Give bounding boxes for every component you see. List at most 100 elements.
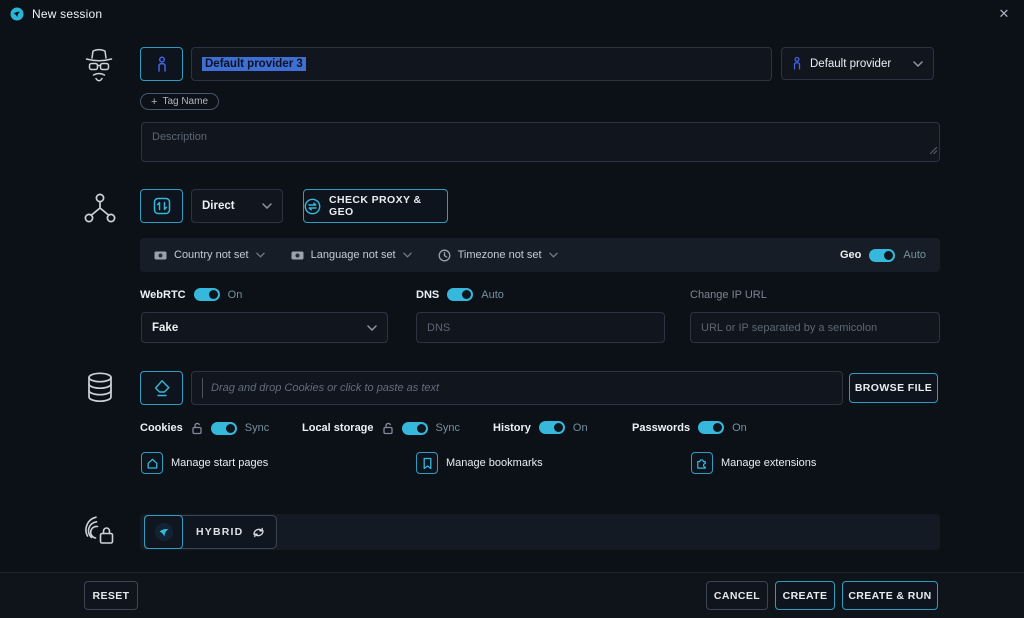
fingerprint-mode-button[interactable]: HYBRID [144, 515, 277, 549]
home-icon [141, 452, 163, 474]
webrtc-label: WebRTC [140, 289, 186, 301]
dns-state: Auto [481, 289, 504, 301]
change-ip-input[interactable] [690, 312, 940, 343]
chevron-down-icon [256, 252, 265, 258]
local-storage-state: Sync [436, 422, 460, 434]
dialog-title: New session [32, 7, 102, 21]
language-label: Language not set [311, 249, 396, 261]
geo-state: Auto [903, 249, 926, 261]
create-run-button[interactable]: CREATE & RUN [842, 581, 938, 610]
webrtc-toggle[interactable] [194, 288, 220, 301]
check-proxy-geo-button[interactable]: CHECK PROXY & GEO [303, 189, 448, 223]
swap-circle-icon [304, 198, 321, 215]
local-storage-label: Local storage [302, 422, 374, 434]
cancel-label: CANCEL [714, 590, 760, 602]
proxy-protocol-dropdown[interactable]: Direct [191, 189, 283, 223]
transfer-arrows-icon [152, 196, 172, 216]
browse-file-label: BROWSE FILE [855, 382, 932, 394]
app-logo-icon [10, 7, 24, 21]
create-button[interactable]: CREATE [775, 581, 835, 610]
app-logo-dark-icon [144, 515, 183, 549]
person-icon [792, 56, 802, 71]
profile-type-button[interactable] [140, 47, 183, 81]
manage-extensions-label: Manage extensions [721, 457, 816, 469]
dns-label: DNS [416, 289, 439, 301]
new-session-dialog: New session ✕ Default provider 3 [0, 0, 1024, 618]
lock-open-icon [191, 421, 203, 435]
clear-cookies-button[interactable] [140, 371, 183, 405]
puzzle-icon [691, 452, 713, 474]
text-caret [202, 378, 203, 398]
change-ip-input-wrap [690, 312, 940, 343]
manage-start-pages-label: Manage start pages [171, 457, 268, 469]
language-dropdown[interactable]: Language not set [291, 249, 412, 262]
local-storage-toggle-group: Local storage Sync [302, 421, 460, 435]
country-label: Country not set [174, 249, 249, 261]
create-run-label: CREATE & RUN [848, 590, 931, 602]
create-label: CREATE [783, 590, 828, 602]
dns-input[interactable] [416, 312, 665, 343]
chevron-down-icon [367, 322, 377, 334]
timezone-dropdown[interactable]: Timezone not set [438, 249, 558, 262]
database-icon [85, 371, 115, 409]
description-field-wrap [141, 122, 940, 162]
bookmark-icon [416, 452, 438, 474]
change-ip-url-label: Change IP URL [690, 289, 767, 301]
history-label: History [493, 422, 531, 434]
provider-dropdown[interactable]: Default provider [781, 47, 934, 80]
cookies-state: Sync [245, 422, 269, 434]
clock-icon [438, 249, 451, 262]
eraser-icon [152, 379, 172, 398]
proxy-protocol-value: Direct [202, 200, 235, 212]
profile-avatar-icon [84, 46, 114, 91]
webrtc-state: On [228, 289, 243, 301]
webrtc-toggle-group: WebRTC On [140, 288, 242, 301]
close-button[interactable]: ✕ [994, 4, 1014, 24]
regenerate-icon [251, 525, 266, 540]
reset-button[interactable]: RESET [84, 581, 138, 610]
manage-bookmarks-label: Manage bookmarks [446, 457, 543, 469]
history-toggle[interactable] [539, 421, 565, 434]
cookies-label: Cookies [140, 422, 183, 434]
dns-input-wrap [416, 312, 665, 343]
description-textarea[interactable] [141, 122, 940, 162]
geo-toggle[interactable] [869, 249, 895, 262]
cancel-button[interactable]: CANCEL [706, 581, 768, 610]
manage-bookmarks-button[interactable]: Manage bookmarks [416, 452, 543, 474]
add-tag-button[interactable]: + Tag Name [140, 93, 219, 110]
dns-toggle[interactable] [447, 288, 473, 301]
chevron-down-icon [262, 200, 272, 212]
browse-file-button[interactable]: BROWSE FILE [849, 373, 938, 403]
chevron-down-icon [403, 252, 412, 258]
fingerprint-mode-label: HYBRID [196, 526, 243, 538]
footer-bar: RESET CANCEL CREATE CREATE & RUN [0, 572, 1024, 618]
cookies-toggle[interactable] [211, 422, 237, 435]
close-icon: ✕ [999, 6, 1010, 22]
session-name-input[interactable]: Default provider 3 [191, 47, 772, 81]
lock-open-icon [382, 421, 394, 435]
passwords-label: Passwords [632, 422, 690, 434]
passwords-toggle-group: Passwords On [632, 421, 747, 434]
manage-extensions-button[interactable]: Manage extensions [691, 452, 816, 474]
proxy-network-icon [83, 190, 117, 232]
resize-handle[interactable] [930, 141, 937, 159]
webrtc-mode-dropdown[interactable]: Fake [141, 312, 388, 343]
passwords-toggle[interactable] [698, 421, 724, 434]
geo-toggle-group: Geo Auto [840, 249, 926, 262]
local-storage-toggle[interactable] [402, 422, 428, 435]
country-dropdown[interactable]: Country not set [154, 249, 265, 262]
dns-toggle-group: DNS Auto [416, 288, 504, 301]
manage-start-pages-button[interactable]: Manage start pages [141, 452, 268, 474]
chevron-down-icon [549, 252, 558, 258]
plus-icon: + [151, 96, 157, 108]
flag-icon [154, 249, 167, 262]
check-proxy-geo-label: CHECK PROXY & GEO [329, 194, 447, 218]
proxy-type-button[interactable] [140, 189, 183, 223]
history-state: On [573, 422, 588, 434]
cookies-drop-placeholder: Drag and drop Cookies or click to paste … [211, 382, 439, 394]
cookies-drop-field[interactable]: Drag and drop Cookies or click to paste … [191, 371, 843, 405]
person-icon [156, 56, 168, 73]
add-tag-label: Tag Name [162, 96, 208, 107]
flag-icon [291, 249, 304, 262]
history-toggle-group: History On [493, 421, 588, 434]
